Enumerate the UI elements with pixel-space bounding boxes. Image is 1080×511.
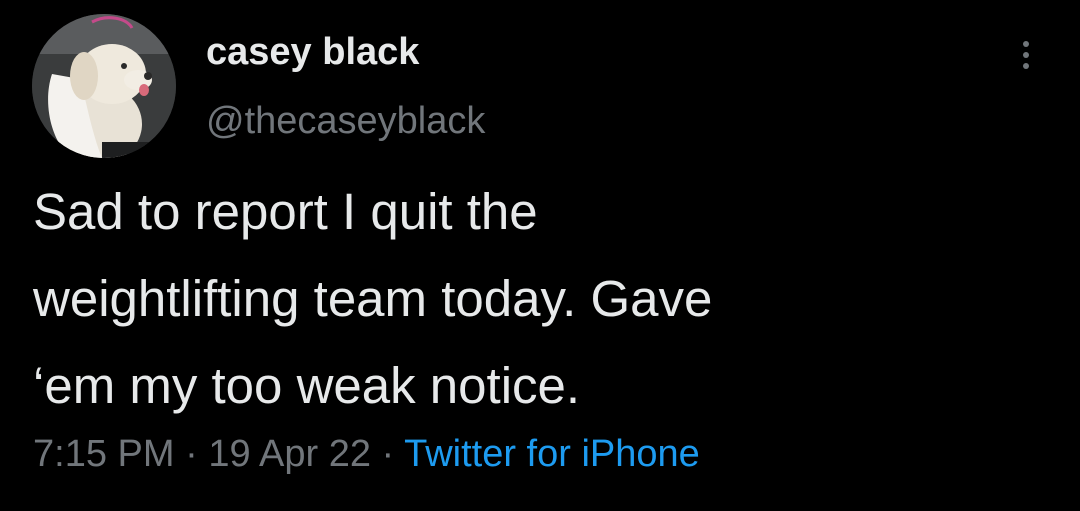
more-options-button[interactable]	[1006, 30, 1046, 80]
more-options-icon-dot	[1023, 63, 1029, 69]
meta-separator: ·	[174, 433, 209, 475]
tweet-date[interactable]: 19 Apr 22	[208, 433, 371, 475]
meta-separator: ·	[371, 433, 405, 475]
tweet-text: Sad to report I quit the weightlifting t…	[33, 168, 1053, 429]
author-display-name[interactable]: casey black	[206, 28, 419, 76]
tweet-meta: 7:15 PM · 19 Apr 22 · Twitter for iPhone	[33, 428, 700, 480]
author-handle[interactable]: @thecaseyblack	[206, 97, 485, 145]
avatar[interactable]	[32, 14, 176, 158]
tweet-text-line: ‘em my too weak notice.	[33, 357, 581, 414]
tweet-text-line: Sad to report I quit the	[33, 183, 538, 240]
dog-avatar-icon	[32, 14, 176, 158]
more-options-icon-dot	[1023, 52, 1029, 58]
tweet-text-line: weightlifting team today. Gave	[33, 270, 713, 327]
tweet-source-link[interactable]: Twitter for iPhone	[404, 433, 700, 475]
more-options-icon	[1023, 41, 1029, 47]
tweet-time[interactable]: 7:15 PM	[33, 433, 175, 475]
